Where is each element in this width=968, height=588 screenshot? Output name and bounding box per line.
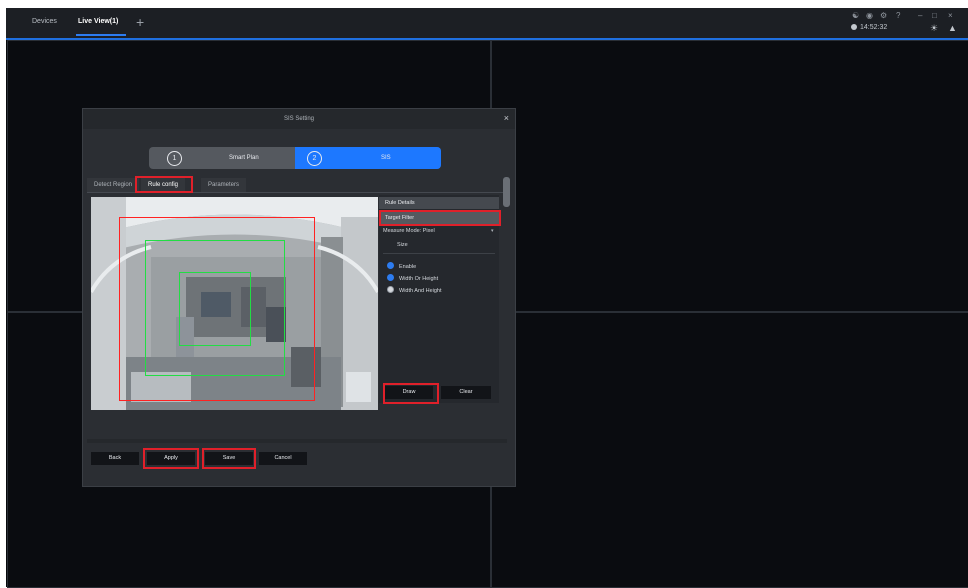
rule-details-header[interactable]: Rule Details [379,197,499,209]
clear-button[interactable]: Clear [441,386,491,399]
bottom-separator [87,439,507,443]
active-tab-indicator [76,34,126,36]
radio-icon [387,286,394,293]
settings-icon[interactable]: ⚙ [880,11,887,20]
step-number: 2 [307,151,322,166]
video-pane-2[interactable] [491,40,968,312]
restore-icon[interactable]: □ [932,11,937,20]
sis-setting-dialog: SIS Setting × 1 Smart Plan 2 SIS Detect … [82,108,516,487]
divider [383,253,495,254]
highlight-draw [383,383,439,404]
measure-mode-select[interactable]: Measure Mode: Pixel [383,228,435,234]
clock-time: 14:52:32 [860,24,888,31]
radio-icon [387,274,394,281]
top-bar: Devices Live View(1) + ☯ ◉ ⚙ ? – □ × 14:… [6,8,968,40]
chevron-down-icon[interactable]: ▾ [491,228,494,234]
radio-label: Width And Height [399,288,442,294]
add-tab-button[interactable]: + [136,8,144,38]
back-button[interactable]: Back [91,452,139,465]
clock-icon [851,24,857,30]
cancel-button[interactable]: Cancel [259,452,307,465]
radio-width-and-height[interactable]: Width And Height [387,286,442,294]
clock: 14:52:32 [851,24,887,31]
video-pane-4[interactable] [491,312,968,588]
dialog-title: SIS Setting [83,109,515,129]
close-window-icon[interactable]: × [948,11,953,20]
radio-enable[interactable]: Enable [387,262,416,270]
radio-label: Width Or Height [399,276,439,282]
step-label: SIS [381,155,391,161]
size-label: Size [397,242,408,248]
help-icon[interactable]: ? [896,11,900,20]
step-number: 1 [167,151,182,166]
step-sis[interactable]: 2 SIS [295,147,441,169]
step-label: Smart Plan [229,155,259,161]
radio-width-or-height[interactable]: Width Or Height [387,274,438,282]
step-smart-plan[interactable]: 1 Smart Plan [149,147,295,169]
tab-detect-region[interactable]: Detect Region [87,178,140,192]
lock-icon[interactable]: ◉ [866,11,873,20]
highlight-target-filter [379,210,501,226]
camera-preview[interactable] [91,197,378,410]
rule-panel: Rule Details Target Filter Measure Mode:… [379,195,499,403]
sun-icon[interactable]: ☀ [930,23,938,34]
highlight-apply [143,448,199,469]
radio-icon [387,262,394,269]
rule-box-inner[interactable] [179,272,251,346]
close-icon[interactable]: × [504,113,509,123]
scrollbar[interactable] [503,177,510,207]
bell-icon[interactable]: ▲ [948,23,957,33]
tab-parameters[interactable]: Parameters [201,178,247,192]
tab-devices[interactable]: Devices [32,8,57,38]
highlight-rule-config [135,176,193,193]
step-indicator: 1 Smart Plan 2 SIS [149,147,441,169]
minimize-icon[interactable]: – [918,11,922,20]
radio-label: Enable [399,264,417,270]
user-icon[interactable]: ☯ [852,11,859,20]
highlight-save [202,448,256,469]
